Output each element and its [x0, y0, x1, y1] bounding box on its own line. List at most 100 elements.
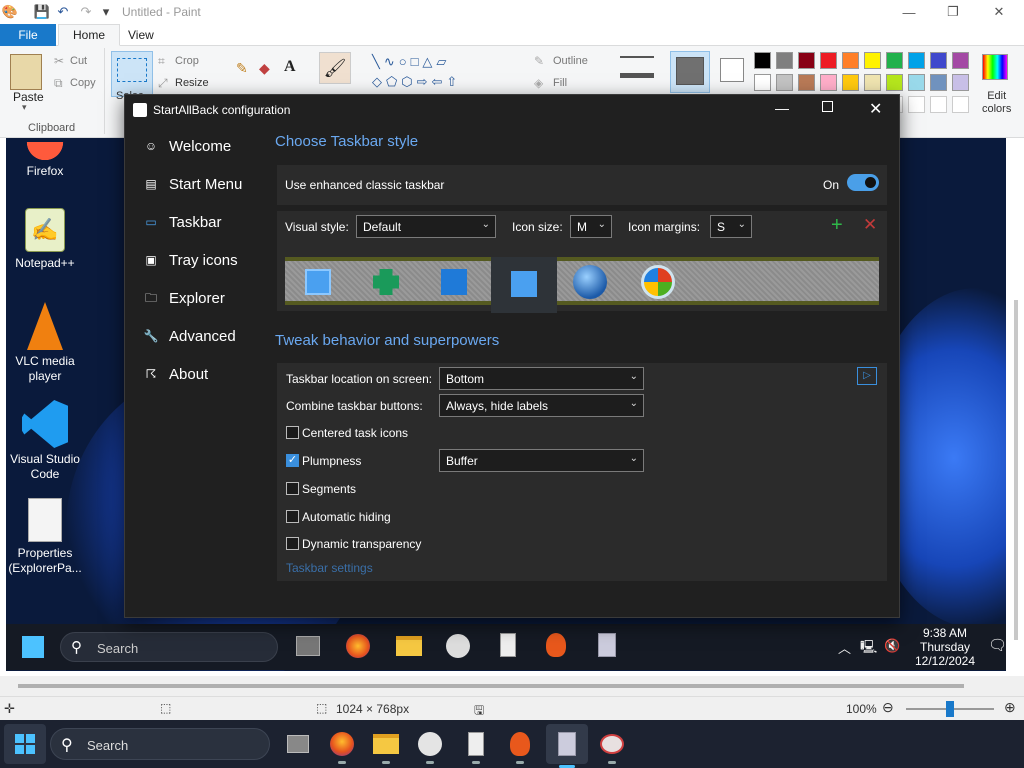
desktop-icon-properties[interactable]: Properties (ExplorerPa...	[6, 498, 84, 576]
palette-swatch-empty[interactable]	[930, 96, 947, 113]
maximize-button[interactable]: ❐	[940, 2, 966, 22]
brushes-icon[interactable]: 🖌	[319, 52, 351, 84]
copy-icon[interactable]: ⧉	[54, 76, 63, 91]
canvas-vertical-scrollbar[interactable]	[1014, 300, 1018, 640]
resize-button[interactable]: Resize	[175, 77, 209, 89]
network-icon[interactable]: 🖳	[860, 638, 877, 660]
nav-explorer[interactable]: 🗀 Explorer	[143, 283, 225, 313]
style-preview-win11-icon[interactable]	[305, 269, 331, 295]
taskbar-search-box[interactable]: ⚲ Search	[50, 728, 270, 760]
style-preview-win7-icon[interactable]	[573, 265, 607, 299]
palette-swatch-empty[interactable]	[908, 96, 925, 113]
nav-taskbar[interactable]: ▭ Taskbar	[143, 207, 221, 237]
outline-button[interactable]: Outline	[553, 55, 588, 67]
desktop-icon-firefox[interactable]: Firefox	[6, 142, 84, 179]
palette-swatch[interactable]	[886, 52, 903, 69]
undo-icon[interactable]: ↶	[55, 4, 71, 20]
cut-icon[interactable]: ✂	[54, 54, 64, 68]
taskbar-notepad[interactable]	[460, 728, 492, 764]
dynamic-transparency-checkbox[interactable]	[286, 537, 299, 550]
palette-swatch[interactable]	[952, 74, 969, 91]
inner-clock[interactable]: 9:38 AM Thursday 12/12/2024	[910, 626, 980, 668]
visual-style-select[interactable]: Default ⌄	[356, 215, 496, 238]
palette-swatch[interactable]	[820, 52, 837, 69]
style-preview-win10-green-icon[interactable]	[373, 269, 399, 295]
combine-select[interactable]: Always, hide labels ⌄	[439, 394, 644, 417]
inner-sab-icon[interactable]	[598, 633, 616, 657]
inner-firefox-icon[interactable]	[346, 634, 370, 658]
taskbar-startallback[interactable]	[546, 724, 588, 768]
taskbar-file-explorer[interactable]	[370, 728, 402, 764]
customize-quick-access-icon[interactable]: ▾	[98, 4, 114, 20]
inner-app-icon[interactable]	[546, 633, 566, 657]
cut-button[interactable]: Cut	[70, 55, 87, 67]
inner-explorer-icon[interactable]	[396, 636, 422, 656]
nav-welcome[interactable]: ☺ Welcome	[143, 131, 231, 161]
sab-close-button[interactable]: ✕	[869, 99, 882, 119]
palette-swatch[interactable]	[864, 74, 881, 91]
tab-file[interactable]: File	[0, 24, 56, 46]
taskbar-settings-link[interactable]: Taskbar settings	[286, 561, 373, 575]
palette-swatch[interactable]	[886, 74, 903, 91]
resize-icon[interactable]: ⤢	[158, 76, 168, 91]
palette-swatch[interactable]	[864, 52, 881, 69]
tab-home[interactable]: Home	[58, 24, 121, 46]
tab-view[interactable]: View	[114, 24, 168, 46]
taskbar-firefox[interactable]	[326, 728, 358, 764]
icon-size-select[interactable]: M ⌄	[570, 215, 612, 238]
style-preview-strip[interactable]	[285, 257, 879, 313]
plumpness-select[interactable]: Buffer ⌄	[439, 449, 644, 472]
inner-taskview-icon[interactable]	[296, 636, 320, 656]
palette-swatch[interactable]	[952, 52, 969, 69]
save-icon[interactable]: 💾	[34, 4, 50, 20]
color2-swatch[interactable]	[720, 58, 744, 82]
show-hidden-icons-icon[interactable]: ︿	[838, 638, 851, 657]
taskbar-paint[interactable]	[414, 728, 446, 764]
desktop-icon-vlc[interactable]: VLC media player	[6, 302, 84, 384]
minimize-button[interactable]: —	[896, 2, 922, 22]
palette-swatch[interactable]	[754, 52, 771, 69]
palette-swatch[interactable]	[908, 74, 925, 91]
volume-muted-icon[interactable]: 🔇	[884, 638, 900, 654]
nav-start-menu[interactable]: ▤ Start Menu	[143, 169, 242, 199]
location-select[interactable]: Bottom ⌄	[439, 367, 644, 390]
zoom-in-button[interactable]: ⊕	[1004, 699, 1016, 716]
autohide-checkbox[interactable]	[286, 510, 299, 523]
close-button[interactable]: ✕	[986, 2, 1012, 22]
pencil-icon[interactable]: ✎	[236, 60, 248, 77]
taskbar-paint-window[interactable]	[596, 728, 628, 764]
crop-icon[interactable]: ⌗	[158, 54, 165, 69]
size-icon[interactable]	[620, 56, 654, 78]
add-style-icon[interactable]: +	[831, 214, 843, 237]
palette-swatch[interactable]	[820, 74, 837, 91]
palette-swatch[interactable]	[842, 74, 859, 91]
outline-icon[interactable]: ✎	[534, 54, 544, 68]
redo-icon[interactable]: ↷	[78, 4, 94, 20]
canvas-horizontal-scrollbar[interactable]	[0, 676, 1024, 696]
fill-button[interactable]: Fill	[553, 77, 567, 89]
inner-paint-icon[interactable]	[446, 634, 470, 658]
style-preview-win10-icon[interactable]	[441, 269, 467, 295]
palette-swatch[interactable]	[798, 74, 815, 91]
color1-button[interactable]	[670, 51, 710, 93]
crop-button[interactable]: Crop	[175, 55, 199, 67]
start-button[interactable]	[4, 724, 46, 764]
paste-dropdown-icon[interactable]: ▾	[22, 102, 27, 113]
inner-start-icon[interactable]	[22, 636, 44, 658]
plumpness-checkbox[interactable]: ✓	[286, 454, 299, 467]
style-preview-selected[interactable]	[491, 257, 557, 313]
paste-button[interactable]: Paste	[13, 90, 44, 104]
fill-bucket-icon[interactable]: ◆	[259, 60, 270, 77]
desktop-icon-notepadpp[interactable]: ✍ Notepad++	[6, 208, 84, 271]
zoom-slider-thumb[interactable]	[946, 701, 954, 717]
sab-minimize-button[interactable]: —	[775, 100, 789, 116]
fill-icon[interactable]: ◈	[534, 76, 543, 90]
taskbar-preview-icon[interactable]: ▷	[857, 367, 877, 385]
desktop-icon-vscode[interactable]: Visual Studio Code	[6, 400, 84, 482]
icon-margins-select[interactable]: S ⌄	[710, 215, 752, 238]
paste-icon[interactable]	[10, 54, 42, 90]
text-tool-icon[interactable]: A	[284, 58, 296, 76]
palette-swatch[interactable]	[754, 74, 771, 91]
inner-notepad-icon[interactable]	[500, 633, 516, 657]
style-preview-vista-icon[interactable]	[641, 265, 675, 299]
